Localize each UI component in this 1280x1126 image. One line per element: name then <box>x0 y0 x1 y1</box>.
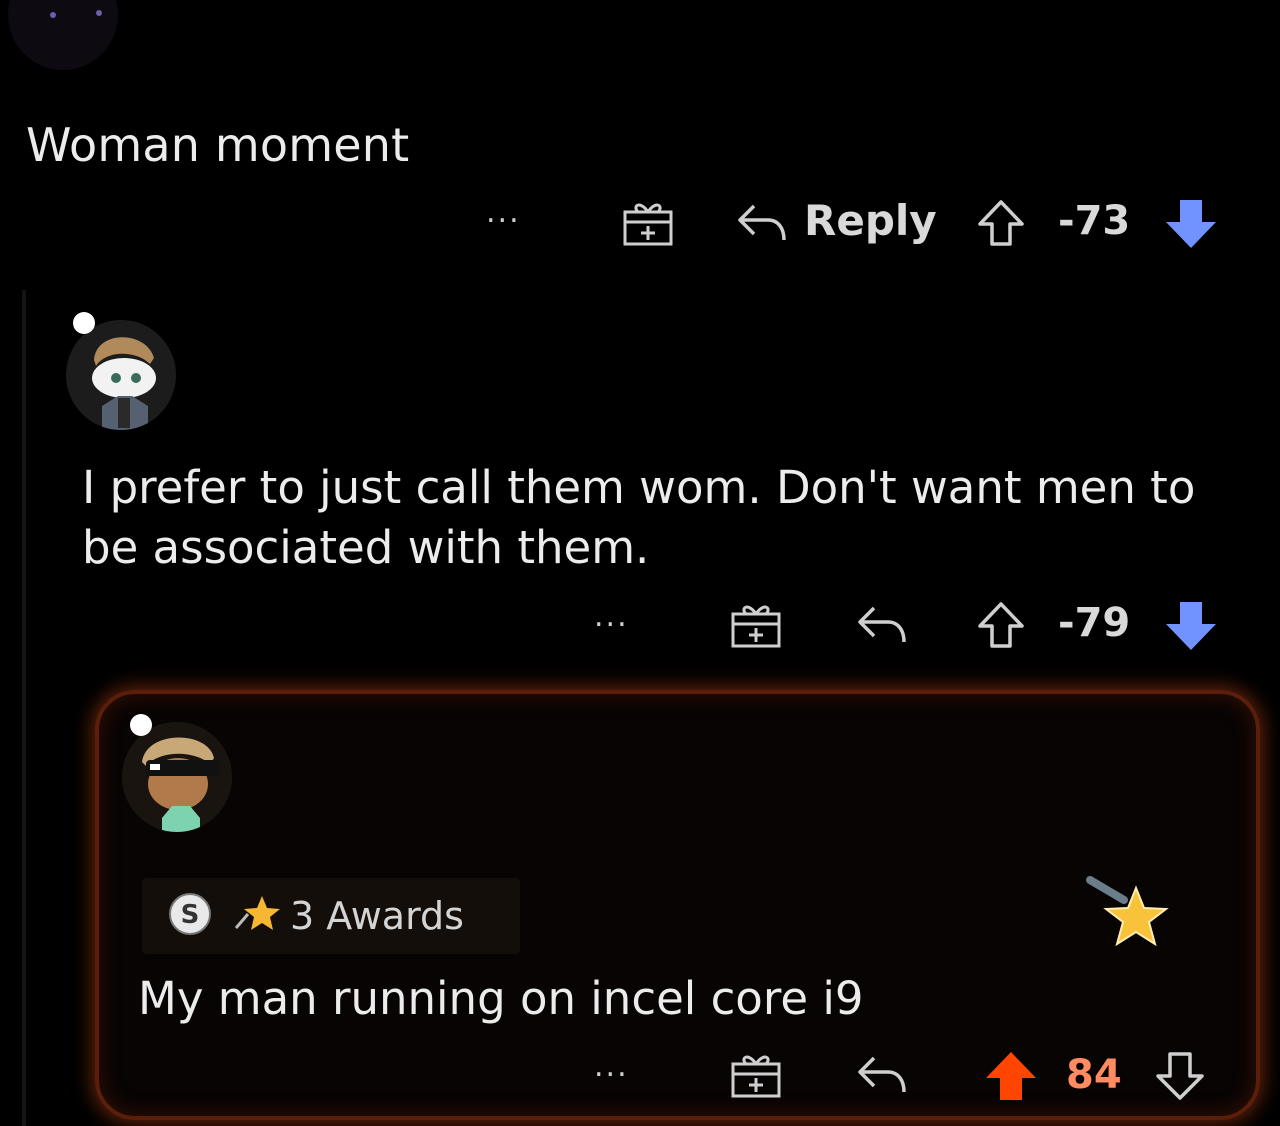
avatar-eye <box>96 10 102 16</box>
avatar[interactable] <box>122 722 232 832</box>
avatar-eye <box>50 12 56 18</box>
avatar[interactable] <box>66 320 176 430</box>
reply-icon[interactable] <box>734 200 788 248</box>
more-options-button[interactable]: ... <box>594 602 629 632</box>
star-award-icon <box>232 892 282 940</box>
downvote-icon[interactable] <box>1164 196 1218 256</box>
upvote-icon[interactable] <box>976 198 1026 252</box>
awards-label: 3 Awards <box>290 894 464 938</box>
comment-action-bar: ... Reply -73 <box>486 196 1226 256</box>
top-avatar[interactable] <box>8 0 118 70</box>
gift-icon[interactable] <box>730 1050 782 1104</box>
comment-body: My man running on incel core i9 <box>138 972 864 1025</box>
awards-pill[interactable]: S 3 Awards <box>142 878 520 954</box>
svg-text:S: S <box>181 900 200 930</box>
score: -79 <box>1058 600 1131 646</box>
silver-award-icon: S <box>168 892 212 940</box>
upvote-icon[interactable] <box>984 1048 1038 1108</box>
upvote-icon[interactable] <box>976 600 1026 654</box>
more-options-button[interactable]: ... <box>486 198 521 228</box>
gift-icon[interactable] <box>730 600 782 654</box>
score: -73 <box>1058 198 1131 244</box>
score: 84 <box>1066 1052 1122 1098</box>
comment-action-bar: ... -79 <box>594 598 1224 658</box>
more-options-button[interactable]: ... <box>594 1052 629 1082</box>
online-indicator <box>73 312 95 334</box>
gift-icon[interactable] <box>622 198 674 252</box>
thread-line[interactable] <box>22 290 26 1126</box>
online-indicator <box>130 714 152 736</box>
comment-body: I prefer to just call them wom. Don't wa… <box>82 461 1196 574</box>
reply-icon[interactable] <box>854 602 908 650</box>
downvote-icon[interactable] <box>1164 598 1218 658</box>
comment-body: Woman moment <box>26 118 410 172</box>
star-award-icon <box>1084 876 1174 960</box>
downvote-icon[interactable] <box>1154 1050 1206 1106</box>
comment-action-bar: ... 84 <box>594 1048 1214 1108</box>
reply-button[interactable]: Reply <box>804 196 937 245</box>
reply-icon[interactable] <box>854 1052 908 1100</box>
comment-thread: Woman moment ... Reply -73 I prefer to j… <box>0 0 1280 1126</box>
